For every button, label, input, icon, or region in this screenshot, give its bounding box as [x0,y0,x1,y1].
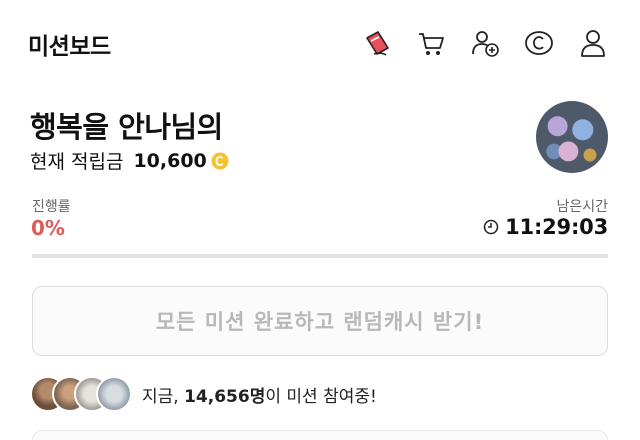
remaining-time-label: 남은시간 [556,199,608,215]
participants-text: 지금, 14,656명이 미션 참여중! [142,382,377,407]
progress-label: 진행률 [32,199,71,215]
app-title: 미션보드 [28,34,111,60]
balance-label: 현재 적립금 [30,151,124,173]
balance-value: 10,600 [133,149,207,172]
participants-count: 14,656명 [184,386,266,407]
user-greeting: 행복을 안나님의 [30,110,223,144]
add-user-icon[interactable] [468,26,502,60]
balance-row: 현재 적립금 10,600 [30,147,229,174]
participants-row: 지금, 14,656명이 미션 참여중! [30,376,377,412]
participants-suffix: 이 미션 참여중! [265,386,377,407]
mission-card-icon[interactable] [360,26,394,60]
remaining-time-row: 11:29:03 [483,215,608,239]
progress-value: 0% [31,216,65,240]
user-avatar[interactable] [536,101,608,173]
cart-icon[interactable] [414,26,448,60]
remaining-time-value: 11:29:03 [505,215,608,239]
participant-avatar [96,376,132,412]
participants-prefix: 지금, [142,386,185,407]
top-bar: 미션보드 [0,0,640,86]
profile-icon[interactable] [576,26,610,60]
random-cash-reward-button[interactable]: 모든 미션 완료하고 랜덤캐시 받기! [32,286,608,356]
clock-icon [483,219,499,235]
progress-bar [32,254,608,258]
participant-avatars [30,376,132,412]
header-icons [360,26,610,60]
coin-icon [211,152,229,170]
cash-icon[interactable] [522,26,556,60]
mission-card [32,430,608,440]
